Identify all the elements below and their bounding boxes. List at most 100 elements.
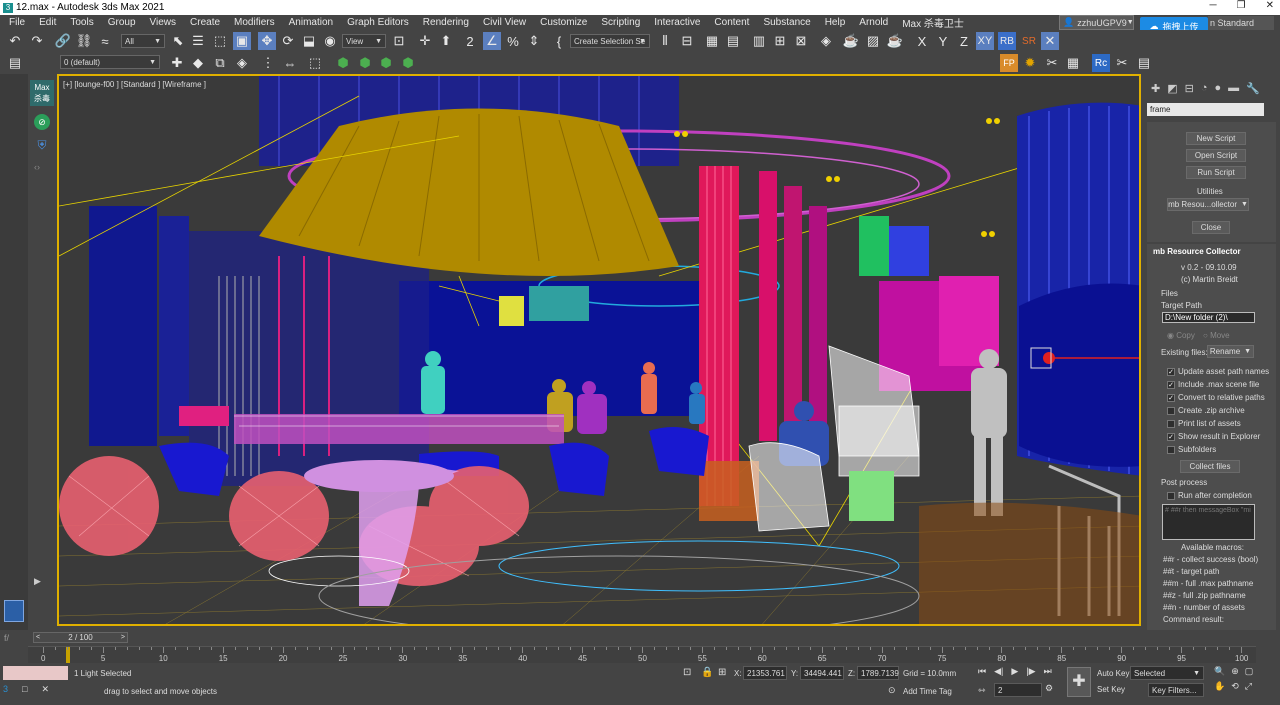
lock-icon[interactable]: 🔒	[701, 667, 713, 678]
time-tag-icon[interactable]: ⊙	[888, 685, 896, 696]
wrench-icon[interactable]: 🔧	[1246, 82, 1260, 95]
menu-animation[interactable]: Animation	[282, 17, 340, 28]
scene-explorer-icon[interactable]: ▦	[703, 32, 721, 50]
create-tab-icon[interactable]: ✚	[1151, 82, 1160, 95]
hierarchy-tab-icon[interactable]: ⊟	[1185, 82, 1194, 95]
move-icon[interactable]: ✥	[258, 32, 276, 50]
option-update-paths[interactable]: ✓ Update asset path names	[1167, 367, 1269, 376]
plugin-icon-2[interactable]: ⬢	[356, 54, 374, 72]
utilities-tab-icon[interactable]: ▬	[1228, 82, 1239, 94]
checkbox[interactable]	[1167, 491, 1175, 500]
user-account-dropdown[interactable]: 👤 zzhuUGPV9 ▼	[1059, 15, 1134, 30]
select-manipulate-icon[interactable]: ✛	[416, 32, 434, 50]
z-coordinate-field[interactable]: 1789.7139	[857, 666, 899, 680]
minimize-icon[interactable]: ─	[1210, 0, 1217, 11]
scale-icon[interactable]: ⬓	[300, 32, 318, 50]
option-run-after[interactable]: Run after completion	[1167, 491, 1252, 500]
menu-civil-view[interactable]: Civil View	[476, 17, 533, 28]
previous-frame-icon[interactable]: ◀|	[994, 666, 1003, 677]
curve-editor-icon[interactable]: ⊞	[771, 32, 789, 50]
align-icon[interactable]: ⊟	[678, 32, 696, 50]
menu-rendering[interactable]: Rendering	[416, 17, 476, 28]
menu-substance[interactable]: Substance	[756, 17, 817, 28]
rect-selection-icon[interactable]: ⬚	[211, 32, 229, 50]
menu-interactive[interactable]: Interactive	[647, 17, 707, 28]
mini-curve-icon[interactable]: f/	[4, 633, 9, 643]
axis-y-button[interactable]: Y	[934, 32, 952, 50]
select-object-icon[interactable]: ⬉	[169, 32, 187, 50]
menu-arnold[interactable]: Arnold	[852, 17, 895, 28]
zoom-extents-icon[interactable]: ▢	[1245, 666, 1254, 677]
menu-edit[interactable]: Edit	[32, 17, 63, 28]
menu-max-antivirus[interactable]: Max 杀毒卫士	[895, 15, 971, 30]
new-script-button[interactable]: New Script	[1186, 132, 1246, 145]
command-panel-toggle-icon[interactable]: ▤	[6, 54, 24, 72]
schematic-view-icon[interactable]: ⊠	[792, 32, 810, 50]
restore-icon[interactable]: ❐	[1237, 0, 1246, 11]
menu-graph-editors[interactable]: Graph Editors	[340, 17, 416, 28]
workspace-dropdown[interactable]: n Standard	[1208, 16, 1274, 30]
absolute-mode-icon[interactable]: ⊞	[718, 667, 726, 678]
reference-coord-dropdown[interactable]: View ▼	[342, 34, 386, 48]
menu-customize[interactable]: Customize	[533, 17, 594, 28]
auto-key-button[interactable]: Auto Key	[1097, 669, 1129, 678]
target-path-field[interactable]: D:\New folder (2)\	[1162, 312, 1255, 323]
menu-help[interactable]: Help	[818, 17, 853, 28]
display-tab-icon[interactable]: ●	[1215, 82, 1222, 94]
next-frame-icon[interactable]: |▶	[1026, 666, 1035, 677]
open-script-button[interactable]: Open Script	[1186, 149, 1246, 162]
viewport[interactable]: [+] [lounge-f00 ] [Standard ] [Wireframe…	[57, 74, 1141, 626]
rc-plugin-icon[interactable]: Rc	[1092, 54, 1110, 72]
place-icon[interactable]: ◉	[321, 32, 339, 50]
zoom-icon[interactable]: 🔍	[1214, 666, 1225, 677]
redo-icon[interactable]: ↷	[28, 32, 46, 50]
mirror-icon[interactable]: ⫴	[656, 32, 674, 50]
create-layer-icon[interactable]: ✚	[168, 54, 186, 72]
plugin-icon-3[interactable]: ⬢	[377, 54, 395, 72]
rb-button[interactable]: RB	[998, 32, 1016, 50]
menu-modifiers[interactable]: Modifiers	[227, 17, 282, 28]
checkbox[interactable]	[1167, 406, 1175, 415]
option-create-zip[interactable]: Create .zip archive	[1167, 406, 1245, 415]
edit-named-selection-icon[interactable]: {	[550, 32, 568, 50]
snap-grid-icon[interactable]: ⋮	[259, 54, 277, 72]
render-setup-icon[interactable]: ☕	[842, 32, 860, 50]
viewport-label[interactable]: [+] [lounge-f00 ] [Standard ] [Wireframe…	[63, 80, 206, 89]
render-frame-icon[interactable]: ▨	[864, 32, 882, 50]
utilities-dropdown[interactable]: mb Resou...ollector ▼	[1167, 198, 1249, 211]
x-coordinate-field[interactable]: 21353.761	[743, 666, 787, 680]
menu-create[interactable]: Create	[183, 17, 227, 28]
light-plugin-icon[interactable]: ✹	[1021, 54, 1039, 72]
sr-button[interactable]: SR	[1020, 32, 1038, 50]
checkbox[interactable]: ✓	[1167, 432, 1175, 441]
checkbox[interactable]: ✓	[1167, 367, 1175, 376]
snaps-toggle-icon[interactable]: 2	[461, 32, 479, 50]
plugin-icon-1[interactable]: ⬢	[334, 54, 352, 72]
tools-plugin-icon[interactable]: ✂	[1043, 54, 1061, 72]
play-small-icon[interactable]: ▶	[34, 576, 41, 587]
modify-tab-icon[interactable]: ◩	[1167, 82, 1177, 95]
render-icon[interactable]: ☕	[886, 32, 904, 50]
option-show-explorer[interactable]: ✓ Show result in Explorer	[1167, 432, 1260, 441]
material-editor-icon[interactable]: ◈	[817, 32, 835, 50]
selection-filter-dropdown[interactable]: All ▼	[121, 34, 165, 48]
run-script-button[interactable]: Run Script	[1186, 166, 1246, 179]
go-to-end-icon[interactable]: ⏭	[1044, 666, 1052, 677]
object-name-field[interactable]: frame	[1147, 103, 1264, 116]
angle-snap-icon[interactable]: ∠	[483, 32, 501, 50]
plugin-icon-4[interactable]: ⬢	[399, 54, 417, 72]
rollout-title[interactable]: mb Resource Collector	[1153, 247, 1241, 256]
add-to-layer-icon[interactable]: ◆	[189, 54, 207, 72]
track-bar[interactable]: 0 5 10 15 20 25 30 35 40 45 50 55 60 65 70 75 80 85 90 95 10…	[28, 646, 1256, 664]
rotate-icon[interactable]: ⟳	[279, 32, 297, 50]
isolate-icon[interactable]: ⬚	[306, 54, 324, 72]
select-by-name-icon[interactable]: ☰	[189, 32, 207, 50]
option-include-max[interactable]: ✓ Include .max scene file	[1167, 380, 1259, 389]
fp-plugin-icon[interactable]: FP	[1000, 54, 1018, 72]
window-icon[interactable]: □	[22, 684, 27, 695]
option-subfolders[interactable]: Subfolders	[1167, 445, 1216, 454]
spinner-snap-icon[interactable]: ⇕	[525, 32, 543, 50]
add-time-tag[interactable]: Add Time Tag	[903, 687, 952, 696]
unlink-icon[interactable]: ⛓	[75, 32, 93, 50]
collect-files-button[interactable]: Collect files	[1180, 460, 1240, 473]
